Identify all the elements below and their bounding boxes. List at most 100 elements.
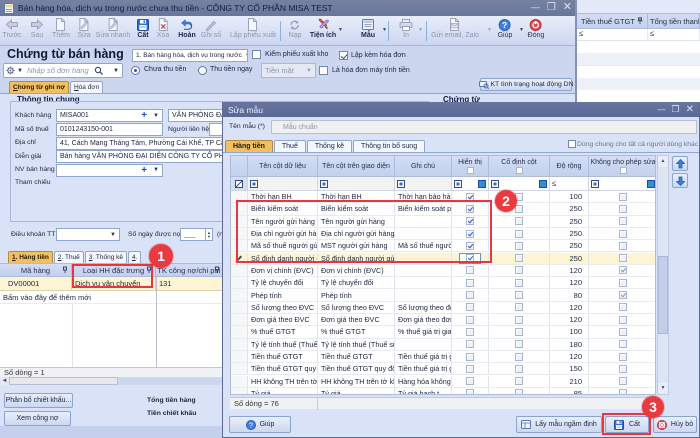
cell-ten-cot-du-lieu[interactable]: Phép tính <box>248 289 318 300</box>
khong-cho-phep-sua-checkbox[interactable] <box>619 193 627 201</box>
co-dinh-cot-checkbox[interactable] <box>515 353 523 361</box>
khong-cho-phep-sua-checkbox[interactable] <box>619 242 627 250</box>
cell-ten-cot-giao-dien[interactable]: Tỷ giá <box>318 388 395 395</box>
cell-ten-cot-du-lieu[interactable]: Số lượng theo ĐVC <box>248 302 318 313</box>
cell-do-rong[interactable]: 250 <box>550 228 589 239</box>
pin-icon[interactable] <box>62 266 69 274</box>
cell-co-dinh-cot[interactable] <box>489 363 550 374</box>
cell-co-dinh-cot[interactable] <box>489 216 550 227</box>
cell-do-rong[interactable]: 250 <box>550 216 589 227</box>
minimize-icon[interactable]: — <box>531 3 540 12</box>
detail-tab-1[interactable]: 1. Hàng tiền <box>8 251 53 263</box>
dialog-filter-cell[interactable] <box>248 177 318 190</box>
pin-icon[interactable] <box>637 17 643 25</box>
hien-thi-checkbox[interactable] <box>466 279 474 287</box>
cell-ten-cot-du-lieu[interactable]: Đơn vị chính (ĐVC) <box>248 265 318 276</box>
dialog-filter-cell[interactable] <box>589 177 656 190</box>
cell-do-rong[interactable]: 100 <box>550 191 589 202</box>
chevron-down-icon[interactable]: ▼ <box>382 27 387 33</box>
dialog-filter-cell[interactable] <box>489 177 550 190</box>
dialog-filter-cell[interactable] <box>395 177 452 190</box>
toolbar-button-mail[interactable]: Gửi email, Zalo <box>431 18 479 39</box>
nv-ban-hang-input[interactable]: + ▼ <box>56 164 163 177</box>
kt-status-button[interactable]: KT tình trạng hoạt động DN <box>480 78 572 91</box>
cell-co-dinh-cot[interactable] <box>489 351 550 362</box>
cell-co-dinh-cot[interactable] <box>489 240 550 251</box>
share-template-checkbox[interactable] <box>568 140 576 148</box>
main-window-titlebar[interactable]: Bán hàng hóa, dịch vụ trong nước chưa th… <box>0 0 575 16</box>
tab-hoa-don[interactable]: Hóa đơn <box>70 81 103 93</box>
cell-khong-cho-phep-sua[interactable] <box>589 289 656 300</box>
chevron-down-icon[interactable]: ▼ <box>110 232 116 238</box>
cell-ten-cot-du-lieu[interactable]: HH không TH trên tờ <box>248 376 318 387</box>
detail-grid-hscrollbar[interactable]: ◄ <box>0 377 222 385</box>
dialog-minimize-icon[interactable]: — <box>658 105 666 114</box>
toolbar-button-arrow-left[interactable]: Trước <box>2 18 21 39</box>
cell-ghi-chu[interactable] <box>395 289 452 300</box>
khong-cho-phep-sua-checkbox[interactable] <box>619 303 627 311</box>
column-header-tien-thue-gtgt[interactable]: Tiền thuế GTGT <box>577 14 648 28</box>
dialog-tab-2[interactable]: Thuế <box>274 140 306 152</box>
cell-ten-cot-du-lieu[interactable]: Tỷ lệ chuyển đổi <box>248 277 318 288</box>
cell-do-rong[interactable]: 120 <box>550 265 589 276</box>
khong-cho-phep-sua-checkbox[interactable] <box>619 340 627 348</box>
toolbar-button-doc-new[interactable]: Lập phiếu xuất <box>230 18 276 39</box>
cell-khong-cho-phep-sua[interactable] <box>589 388 656 395</box>
toolbar-button-template[interactable]: Mẫu <box>361 18 375 39</box>
dialog-grid-row[interactable]: Tiền thuế GTGTTiền thuế GTGTTiền thuế gi… <box>231 351 656 363</box>
cell-khong-cho-phep-sua[interactable] <box>589 277 656 288</box>
cell-khong-cho-phep-sua[interactable] <box>589 376 656 387</box>
cell-do-rong[interactable]: 250 <box>550 203 589 214</box>
hien-thi-checkbox[interactable] <box>466 303 474 311</box>
lap-kem-hoa-don-checkbox[interactable] <box>339 51 348 60</box>
khong-cho-phep-sua-checkbox[interactable] <box>619 389 627 395</box>
cell-ten-cot-giao-dien[interactable]: Tiền thuế GTGT quy đổi <box>318 363 395 374</box>
hien-thi-checkbox[interactable] <box>466 291 474 299</box>
cell-ten-cot-du-lieu[interactable]: Tỷ giá <box>248 388 318 395</box>
cell-khong-cho-phep-sua[interactable] <box>589 302 656 313</box>
cell-do-rong[interactable]: 250 <box>550 253 589 264</box>
doc-type-dropdown[interactable]: 1. Bán hàng hóa, dịch vụ trong nước▼ <box>132 49 248 62</box>
cell-khong-cho-phep-sua[interactable] <box>589 265 656 276</box>
co-dinh-cot-checkbox[interactable] <box>515 254 523 262</box>
cell-ghi-chu[interactable]: Tiền thuế giá trị gi <box>395 363 452 374</box>
dialog-grid-row[interactable]: Số lượng theo ĐVCSố lượng theo ĐVCSố lượ… <box>231 302 656 314</box>
khong-cho-phep-sua-checkbox[interactable] <box>619 230 627 238</box>
toolbar-button-printer[interactable]: In <box>400 18 413 39</box>
dialog-column-header[interactable]: Không cho phép sửa <box>589 156 656 176</box>
co-dinh-cot-checkbox[interactable] <box>515 205 523 213</box>
cell-co-dinh-cot[interactable] <box>489 314 550 325</box>
khong-cho-phep-sua-checkbox[interactable] <box>619 365 627 373</box>
xem-cong-no-button[interactable]: Xem công nợ <box>4 411 71 426</box>
toolbar-button-pencil[interactable]: Ghi sổ <box>201 18 221 39</box>
cell-khong-cho-phep-sua[interactable] <box>589 363 656 374</box>
cell-ten-cot-giao-dien[interactable]: Đơn giá theo ĐVC <box>318 314 395 325</box>
co-dinh-cot-checkbox[interactable] <box>515 377 523 385</box>
cell-hien-thi[interactable] <box>452 339 489 350</box>
cell-ghi-chu[interactable]: % thuế giá trị gia t <box>395 326 452 337</box>
dialog-grid-row[interactable]: Đơn vị chính (ĐVC)Đơn vị chính (ĐVC)120 <box>231 265 656 277</box>
cell-khong-cho-phep-sua[interactable] <box>589 326 656 337</box>
cell-ten-cot-giao-dien[interactable]: Tiền thuế GTGT <box>318 351 395 362</box>
khong-cho-phep-sua-checkbox[interactable] <box>619 279 627 287</box>
cell-do-rong[interactable]: 180 <box>550 339 589 350</box>
khong-cho-phep-sua-checkbox[interactable] <box>619 291 627 299</box>
nguoi-lien-he-input[interactable] <box>209 123 222 136</box>
cell-hien-thi[interactable] <box>452 289 489 300</box>
hien-thi-checkbox[interactable] <box>466 389 474 395</box>
cell-hien-thi[interactable] <box>452 314 489 325</box>
maximize-icon[interactable]: ❐ <box>547 3 556 12</box>
cell-ghi-chu[interactable]: Đơn giá theo đơn <box>395 314 452 325</box>
close-icon[interactable]: ✕ <box>563 3 572 12</box>
cell-khong-cho-phep-sua[interactable] <box>589 216 656 227</box>
chevron-down-icon[interactable]: ▼ <box>418 27 423 33</box>
cell-do-rong[interactable]: 120 <box>550 277 589 288</box>
dialog-close-icon[interactable]: ✕ <box>686 105 694 114</box>
cell-ghi-chu[interactable] <box>395 277 452 288</box>
dialog-tab-4[interactable]: Thông tin bổ sung <box>353 140 425 152</box>
khach-hang-input[interactable]: MISA001 + ▼ <box>56 109 163 122</box>
hien-thi-checkbox[interactable] <box>466 365 474 373</box>
khong-cho-phep-sua-checkbox[interactable] <box>619 377 627 385</box>
hien-thi-checkbox[interactable] <box>466 316 474 324</box>
thu-tien-ngay-radio[interactable] <box>198 66 207 75</box>
